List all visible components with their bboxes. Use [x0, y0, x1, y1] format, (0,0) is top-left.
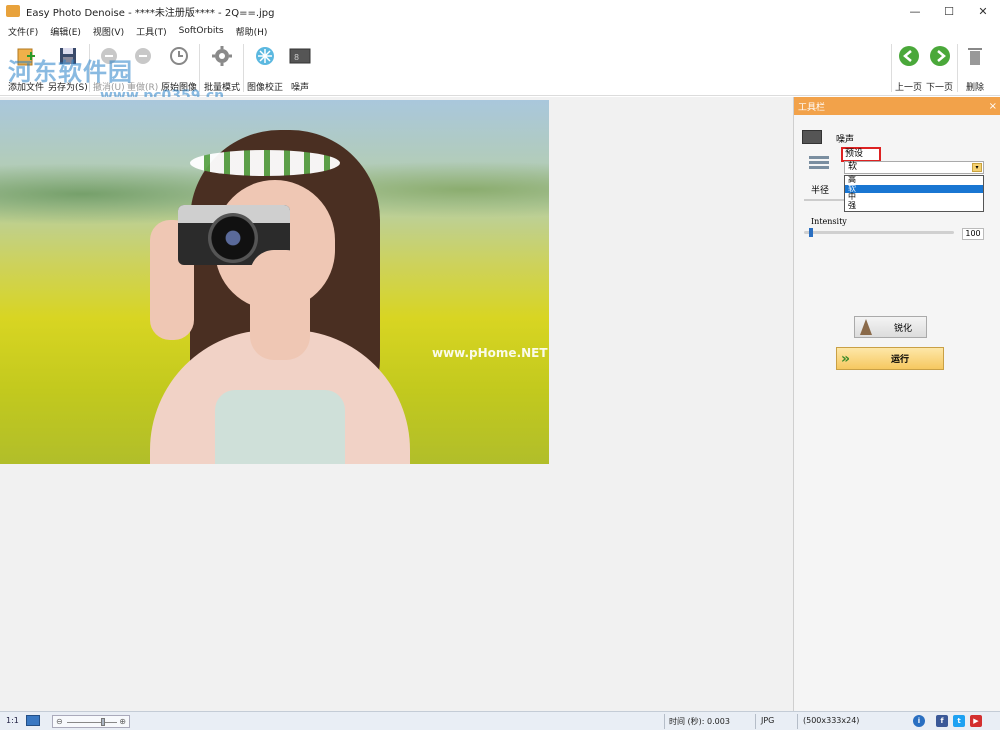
- prev-page-button[interactable]: 上一页: [895, 44, 922, 93]
- menu-bar: 文件(F) 编辑(E) 视图(V) 工具(T) SoftOrbits 帮助(H): [0, 22, 1000, 40]
- fit-screen-icon[interactable]: [26, 715, 40, 726]
- tool-panel: 工具栏 × 噪声 预设 软 ▾ 半径 高 软 中 强 Intensity 100…: [793, 97, 1000, 711]
- photo-watermark: www.pHome.NET: [432, 346, 548, 360]
- delete-button[interactable]: 删除: [963, 44, 987, 93]
- noise-heading: 噪声: [836, 135, 855, 145]
- pencil-icon: [860, 319, 872, 335]
- status-bar: 1:1 ⊖ ⊕ 时间 (秒): 0.003 JPG (500x333x24) i…: [0, 711, 1000, 730]
- radius-slider[interactable]: [804, 199, 844, 201]
- zoom-slider[interactable]: ⊖ ⊕: [52, 715, 130, 728]
- image-dimensions: (500x333x24): [803, 716, 860, 725]
- toolbar-separator: [957, 44, 958, 92]
- menu-tools[interactable]: 工具(T): [136, 25, 167, 38]
- image-correction-label: 图像校正: [247, 83, 284, 93]
- chevron-down-icon[interactable]: ▾: [972, 163, 982, 172]
- image-correction-button[interactable]: 图像校正: [247, 44, 283, 93]
- arrow-left-icon: [897, 44, 921, 68]
- noise-label: 噪声: [290, 83, 309, 93]
- intensity-slider-track[interactable]: [804, 231, 954, 234]
- run-label: 运行: [891, 355, 910, 365]
- radius-label: 半径: [811, 186, 830, 196]
- intensity-value-field[interactable]: 100: [962, 228, 984, 240]
- title-bar: Easy Photo Denoise - ****未注册版**** - 2Q==…: [0, 0, 1000, 22]
- preset-dropdown-list[interactable]: 高 软 中 强: [844, 175, 984, 212]
- preset-option[interactable]: 中: [845, 193, 983, 202]
- toolbar-separator: [243, 44, 244, 92]
- trash-icon: [963, 44, 987, 68]
- toolbar-separator: [891, 44, 892, 92]
- noise-icon: 8: [288, 44, 312, 68]
- menu-help[interactable]: 帮助(H): [236, 25, 268, 38]
- noise-icon: [802, 130, 822, 144]
- intensity-label: Intensity: [811, 217, 847, 226]
- gear-icon: [210, 44, 234, 68]
- preset-option[interactable]: 高: [845, 176, 983, 185]
- sliders-icon: [809, 154, 829, 174]
- youtube-icon[interactable]: ▶: [970, 715, 982, 727]
- original-image-icon: [167, 44, 191, 68]
- twitter-icon[interactable]: t: [953, 715, 965, 727]
- tool-panel-title: 工具栏: [798, 102, 826, 113]
- original-image-button[interactable]: 原始图像: [161, 44, 197, 93]
- preset-option-selected[interactable]: 软: [845, 184, 983, 193]
- redo-icon: [131, 44, 155, 68]
- menu-softorbits[interactable]: SoftOrbits: [179, 26, 224, 36]
- preset-label: 预设: [841, 147, 881, 162]
- svg-text:8: 8: [294, 53, 299, 62]
- tool-panel-header: 工具栏 ×: [794, 97, 1000, 115]
- tool-panel-close[interactable]: ×: [989, 101, 997, 112]
- snowflake-icon: [253, 44, 277, 68]
- menu-edit[interactable]: 编辑(E): [50, 25, 81, 38]
- facebook-icon[interactable]: f: [936, 715, 948, 727]
- zoom-in-icon[interactable]: ⊕: [119, 717, 126, 726]
- run-arrow-icon: »: [841, 350, 851, 367]
- menu-file[interactable]: 文件(F): [8, 25, 38, 38]
- info-icon[interactable]: i: [913, 715, 925, 727]
- next-page-label: 下一页: [926, 83, 954, 93]
- intensity-slider-thumb[interactable]: [808, 228, 813, 237]
- image-canvas[interactable]: www.pHome.NET: [0, 97, 793, 711]
- run-button[interactable]: » 运行: [836, 347, 944, 370]
- toolbar: 添加文件 另存为(S) 撤消(U) 重做(R) 原始图像 批量模式 图像校正 8…: [0, 40, 1000, 104]
- processing-time: 时间 (秒): 0.003: [669, 717, 730, 726]
- image-format: JPG: [761, 716, 775, 725]
- photo-preview[interactable]: www.pHome.NET: [0, 100, 549, 464]
- menu-view[interactable]: 视图(V): [93, 25, 124, 38]
- minimize-button[interactable]: —: [898, 0, 932, 22]
- noise-button[interactable]: 8 噪声: [288, 44, 312, 93]
- close-button[interactable]: ✕: [966, 0, 1000, 22]
- site-watermark: 河东软件园: [8, 58, 133, 86]
- toolbar-separator: [199, 44, 200, 92]
- sharpen-label: 锐化: [894, 323, 913, 334]
- window-title: Easy Photo Denoise - ****未注册版**** - 2Q==…: [26, 7, 275, 19]
- preset-select-value: 软: [848, 162, 858, 172]
- next-page-button[interactable]: 下一页: [926, 44, 953, 93]
- app-icon: [6, 5, 20, 17]
- preset-option[interactable]: 强: [845, 201, 983, 211]
- zoom-slider-thumb[interactable]: [101, 718, 105, 726]
- arrow-right-icon: [928, 44, 952, 68]
- preset-select[interactable]: 软 ▾: [844, 161, 984, 174]
- flower-wreath: [190, 150, 340, 176]
- maximize-button[interactable]: ☐: [932, 0, 966, 22]
- sharpen-button[interactable]: 锐化: [854, 316, 927, 338]
- zoom-ratio-button[interactable]: 1:1: [6, 716, 19, 725]
- zoom-out-icon[interactable]: ⊖: [56, 717, 63, 726]
- window-controls: — ☐ ✕: [898, 0, 1000, 22]
- prev-page-label: 上一页: [895, 83, 923, 93]
- batch-mode-button[interactable]: 批量模式: [204, 44, 240, 93]
- delete-label: 删除: [965, 83, 984, 93]
